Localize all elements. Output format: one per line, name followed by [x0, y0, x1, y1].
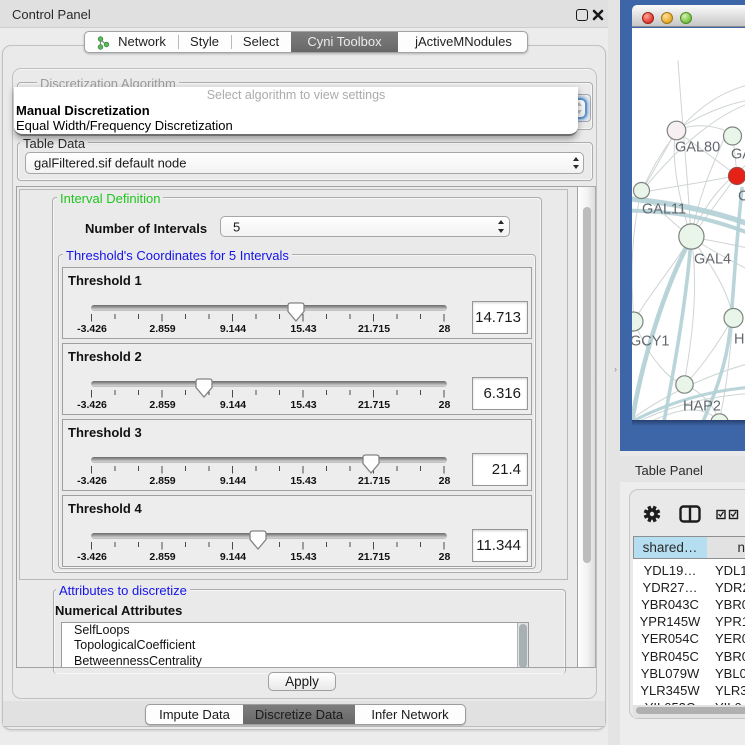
- svg-text:GAL80: GAL80: [675, 140, 720, 156]
- svg-text:GCY1: GCY1: [632, 334, 670, 350]
- svg-text:HAP2: HAP2: [683, 399, 721, 415]
- svg-text:GAL1: GAL1: [731, 147, 745, 163]
- svg-text:GAL11: GAL11: [642, 202, 686, 218]
- svg-text:HIS: HIS: [734, 332, 745, 348]
- svg-text:GAL4: GAL4: [694, 252, 731, 268]
- svg-text:CYC: CYC: [738, 189, 745, 205]
